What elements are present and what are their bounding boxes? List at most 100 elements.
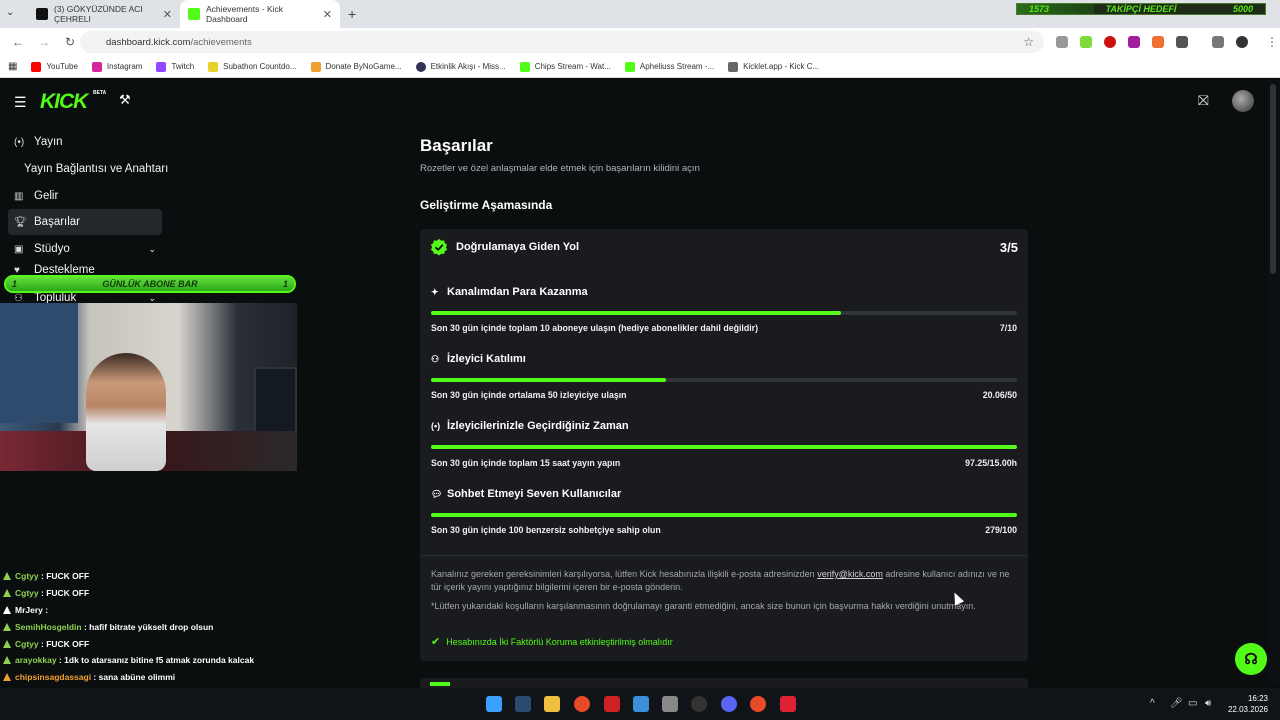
scrollbar-thumb[interactable] [1270,84,1276,274]
app-pin-icon[interactable] [780,696,796,712]
achievement-value: 7/10 [999,323,1017,333]
chat-username[interactable]: Cgtyy [15,588,39,598]
kick-icon [624,61,635,72]
chat-text: 1dk to atarsanız bitine f5 atmak zorunda… [64,655,255,665]
app-grey-icon[interactable] [662,696,678,712]
achievement-value: 20.06/50 [982,390,1017,400]
bookmark-twitch[interactable]: Twitch [156,61,194,72]
app-blue-icon[interactable] [633,696,649,712]
chat-username[interactable]: MrJery [15,605,43,615]
kick-icon [519,61,530,72]
user-avatar[interactable] [1232,90,1254,112]
chat-badge-icon [3,606,11,614]
achievement-title-text: Sohbet Etmeyi Seven Kullanıcılar [447,488,622,500]
file-explorer-icon[interactable] [544,696,560,712]
apps-grid-icon[interactable]: ▦ [8,61,17,72]
volume-icon[interactable]: 🔊︎ [1205,698,1211,709]
bookmarks-bar: ▦ YouTube Instagram Twitch Subathon Coun… [0,56,1280,78]
follower-goal-target: 5000 [1232,4,1253,14]
extension-battery-icon[interactable] [1080,36,1092,48]
bookmark-chips[interactable]: Chips Stream - Wat... [519,61,611,72]
chrome-icon[interactable] [574,696,590,712]
verify-email-link[interactable]: verify@kick.com [817,569,883,579]
steam-icon[interactable] [515,696,531,712]
extension-red-icon[interactable] [1104,36,1116,48]
sidebar-item-gelir[interactable]: ▥ Gelir [8,183,162,209]
follower-goal-widget: 1573 TAKİPÇİ HEDEFİ 5000 [1016,3,1266,15]
browser-tab-tiktok[interactable]: (3) GÖKYÜZÜNDE ACI ÇEHRELI ✕ [28,0,180,28]
bookmark-instagram[interactable]: Instagram [91,61,142,72]
bookmark-subathon[interactable]: Subathon Countdo... [208,61,297,72]
bookmark-label: Etkinlik Akışı - Miss... [430,62,506,71]
media-icon[interactable] [1212,36,1224,48]
achievement-description: Son 30 gün içinde ortalama 50 izleyiciye… [431,390,627,400]
new-tab-icon[interactable]: + [348,6,356,22]
twitch-icon [156,61,167,72]
close-tab-icon[interactable]: ✕ [323,8,332,21]
windows-start-icon[interactable] [486,696,502,712]
reload-icon[interactable]: ↻ [62,35,78,49]
extension-purple-icon[interactable] [1128,36,1140,48]
chat-message: chipsinsagdassagi : sana abüne olimmi [0,669,340,685]
extension-shield-icon[interactable] [1056,36,1068,48]
card-title: Doğrulamaya Giden Yol [456,241,580,253]
chat-username[interactable]: Cgtyy [15,639,39,649]
browser-tab-strip: ⌄ (3) GÖKYÜZÜNDE ACI ÇEHRELI ✕ Achieveme… [0,0,1280,28]
system-clock[interactable]: 16:23 22.03.2026 [1228,693,1268,715]
chat-username[interactable]: arayokkay [15,655,57,665]
menu-dots-icon[interactable]: ⋮ [1264,35,1280,49]
bookmark-apheliuss[interactable]: Apheliuss Stream -... [624,61,714,72]
app-red-icon[interactable] [604,696,620,712]
achievement-description: Son 30 gün içinde toplam 10 aboneye ulaş… [431,323,759,333]
sub-bar-label: GÜNLÜK ABONE BAR [102,279,198,289]
help-chat-button[interactable]: ☊ [1235,643,1267,675]
microphone-icon[interactable]: 🎤︎ [1170,698,1183,709]
gift-icon[interactable]: ⛝ [1198,92,1209,109]
sidebar-item-basarilar[interactable]: 🏆︎ Başarılar [8,209,162,235]
kick-favicon-icon [188,8,200,20]
sidebar-item-label: Stüdyo [34,243,70,255]
bookmark-youtube[interactable]: YouTube [31,61,78,72]
close-tab-icon[interactable]: ✕ [163,8,172,21]
extensions-puzzle-icon[interactable] [1176,36,1188,48]
sub-bar-left-count: 1 [12,279,18,289]
card-divider [420,555,1028,556]
sidebar-item-topluluk[interactable]: ⚇ Topluluk ⌄ [8,293,162,303]
chat-username[interactable]: chipsinsagdassagi [15,672,91,682]
kick-logo[interactable]: KICK [40,90,88,114]
note-text: Kanalınız gereken gereksinimleri karşılı… [431,569,818,579]
network-icon[interactable]: ▭ [1188,698,1197,709]
browser-tab-kick[interactable]: Achievements - Kick Dashboard ✕ [180,0,340,28]
tray-chevron-icon[interactable]: ^ [1150,698,1155,709]
sidebar-item-studyo[interactable]: ▣ Stüdyo ⌄ [8,236,162,262]
sidebar-item-label: Yayın [34,136,63,148]
tab-title: (3) GÖKYÜZÜNDE ACI ÇEHRELI [54,4,143,24]
chrome-active-icon[interactable] [750,696,766,712]
sidebar-item-stream-key[interactable]: Yayın Bağlantısı ve Anahtarı [8,156,178,182]
wall-banner [0,303,78,423]
obs-icon[interactable] [691,696,707,712]
sidebar-item-yayin[interactable]: (•) Yayın [8,129,162,155]
extension-orange-icon[interactable] [1152,36,1164,48]
bookmark-star-icon[interactable]: ☆ [1023,35,1034,49]
back-icon[interactable]: ← [10,35,26,49]
bookmark-etkinlik[interactable]: Etkinlik Akışı - Miss... [415,61,506,72]
bookmark-kicklet[interactable]: Kicklet.app - Kick C... [728,61,819,72]
page-scrollbar[interactable] [1268,80,1280,684]
forward-icon[interactable]: → [36,35,52,49]
card-header[interactable]: Doğrulamaya Giden Yol 3/5 [430,237,1018,257]
hamburger-menu-icon[interactable]: ☰ [14,94,27,111]
creator-tools-icon[interactable]: ⚒ [119,92,131,108]
chat-username[interactable]: Cgtyy [15,571,39,581]
bookmark-bynogame[interactable]: Donate ByNoGame... [310,61,402,72]
chat-message: Cgtyy : FUCK OFF [0,636,340,652]
discord-icon[interactable] [721,696,737,712]
tab-list-chevron-icon[interactable]: ⌄ [6,7,14,18]
bookmark-label: Donate ByNoGame... [325,62,402,71]
card-progress-count: 3/5 [999,239,1018,255]
chat-username[interactable]: SemihHosgeldin [15,622,82,632]
url-input[interactable]: dashboard.kick.com/achievements ☆ [80,31,1044,53]
follower-goal-label: TAKİPÇİ HEDEFİ [1105,4,1177,14]
profile-avatar-icon[interactable] [1236,36,1248,48]
achievement-title: (•) İzleyicilerinizle Geçirdiğiniz Zaman [431,420,629,432]
